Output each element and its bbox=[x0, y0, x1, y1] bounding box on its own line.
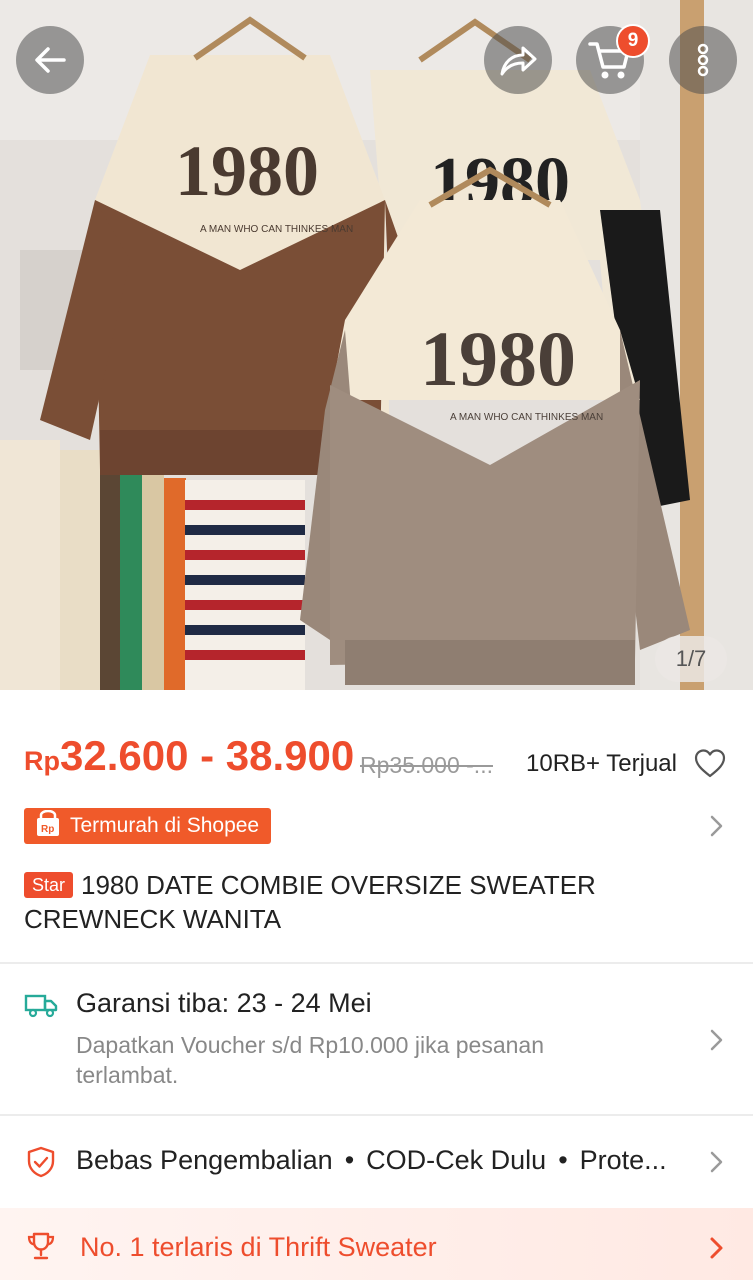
guarantee-item: Prote... bbox=[579, 1145, 667, 1175]
arrow-left-icon bbox=[35, 47, 66, 73]
svg-text:A MAN WHO CAN THINKES MAN: A MAN WHO CAN THINKES MAN bbox=[450, 412, 603, 423]
promo-label: Termurah di Shopee bbox=[70, 814, 260, 837]
separator-dot: • bbox=[558, 1145, 568, 1175]
chevron-right-icon[interactable] bbox=[704, 1026, 728, 1054]
share-icon bbox=[500, 46, 537, 76]
star-seller-badge: Star bbox=[24, 872, 74, 898]
sold-count: 10RB+ Terjual bbox=[526, 750, 677, 777]
chevron-right-icon[interactable] bbox=[704, 1148, 728, 1176]
divider bbox=[0, 962, 753, 964]
heart-icon[interactable] bbox=[693, 747, 727, 781]
best-seller-label: No. 1 terlaris di Thrift Sweater bbox=[80, 1232, 437, 1262]
chevron-right-icon[interactable] bbox=[704, 1234, 728, 1262]
service-guarantees[interactable]: Bebas Pengembalian • COD-Cek Dulu • Prote... bbox=[76, 1145, 696, 1176]
more-options-button[interactable] bbox=[669, 26, 737, 94]
price-currency: Rp bbox=[24, 746, 60, 776]
delivery-truck-icon bbox=[24, 994, 58, 1018]
price-row: Rp32.600 - 38.900 Rp35.000 -... 10RB+ Te… bbox=[24, 732, 729, 792]
image-page-indicator: 1/7 bbox=[655, 636, 727, 682]
svg-text:1980: 1980 bbox=[420, 315, 576, 402]
delivery-guarantee-title: Garansi tiba: 23 - 24 Mei bbox=[76, 988, 372, 1018]
guarantee-item: Bebas Pengembalian bbox=[76, 1145, 333, 1175]
cart-count-badge: 9 bbox=[616, 24, 650, 58]
product-image-gallery[interactable]: 1980 1980 A MAN WHO CAN THINKES MAN 1980… bbox=[0, 0, 753, 690]
delivery-voucher-note: Dapatkan Voucher s/d Rp10.000 jika pesan… bbox=[76, 1032, 544, 1088]
shield-check-icon bbox=[27, 1146, 55, 1178]
share-button[interactable] bbox=[484, 26, 552, 94]
separator-dot: • bbox=[344, 1145, 355, 1175]
price-range: Rp32.600 - 38.900 bbox=[24, 732, 354, 780]
price-tag-icon: Rp bbox=[37, 810, 59, 836]
guarantee-item: COD-Cek Dulu bbox=[366, 1145, 547, 1175]
product-photo: 1980 1980 A MAN WHO CAN THINKES MAN 1980… bbox=[0, 0, 753, 690]
trophy-icon bbox=[27, 1232, 55, 1260]
product-title-text: 1980 DATE COMBIE OVERSIZE SWEATER CREWNE… bbox=[24, 870, 596, 934]
vertical-dots-icon bbox=[697, 43, 709, 77]
lowest-price-tag[interactable]: Rp Termurah di Shopee bbox=[24, 808, 272, 844]
product-title: Star 1980 DATE COMBIE OVERSIZE SWEATER CR… bbox=[24, 868, 714, 936]
back-button[interactable] bbox=[16, 26, 84, 94]
divider bbox=[0, 1114, 753, 1116]
svg-text:Rp: Rp bbox=[41, 824, 54, 835]
original-price: Rp35.000 -... bbox=[360, 752, 493, 778]
svg-text:1980: 1980 bbox=[175, 131, 319, 211]
svg-text:A MAN WHO CAN THINKES MAN: A MAN WHO CAN THINKES MAN bbox=[200, 224, 353, 235]
chevron-right-icon[interactable] bbox=[704, 812, 728, 840]
price-amount: 32.600 - 38.900 bbox=[60, 732, 355, 779]
cart-button[interactable]: 9 bbox=[576, 24, 650, 94]
